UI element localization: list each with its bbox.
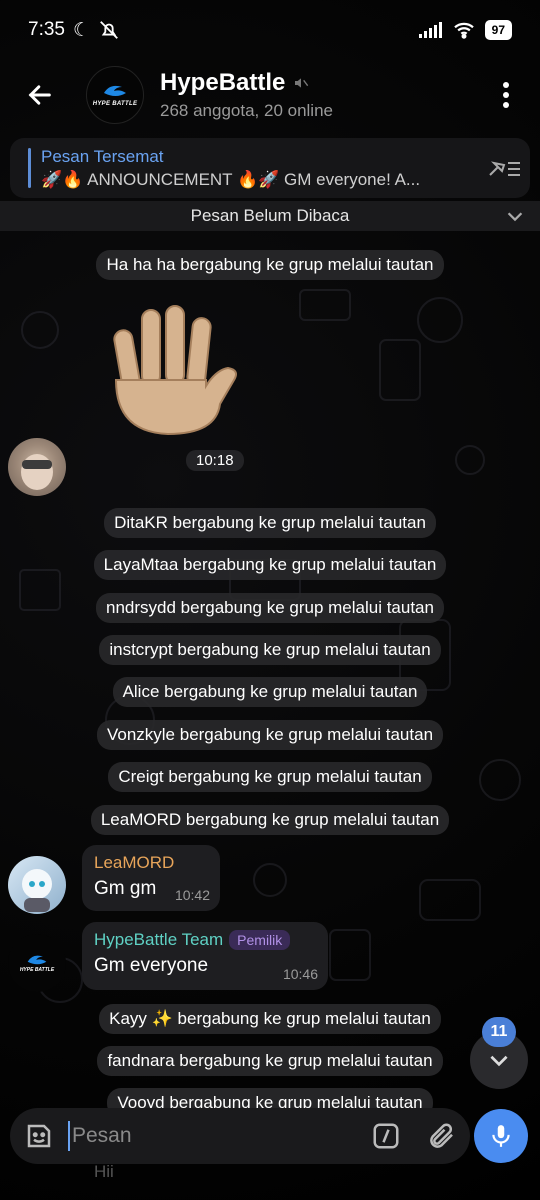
owner-badge: Pemilik — [229, 930, 291, 950]
bot-commands-button[interactable] — [358, 1121, 414, 1151]
chevron-down-icon[interactable] — [504, 205, 526, 227]
service-message: LeaMORD bergabung ke grup melalui tautan — [0, 805, 540, 835]
microphone-icon — [492, 1125, 510, 1147]
pinned-list-button[interactable] — [480, 157, 530, 179]
text-caret — [68, 1121, 70, 1151]
unread-divider: Pesan Belum Dibaca — [0, 201, 540, 231]
avatar-text: HYPE BATTLE — [19, 967, 55, 973]
paperclip-icon — [430, 1123, 453, 1148]
service-message: DitaKR bergabung ke grup melalui tautan — [0, 508, 540, 538]
message-sender: HypeBattle Team — [94, 930, 224, 949]
service-message: fandnara bergabung ke grup melalui tauta… — [0, 1046, 540, 1076]
message-bubble[interactable]: LeaMORD Gm gm 10:42 — [82, 845, 220, 911]
service-message: instcrypt bergabung ke grup melalui taut… — [0, 635, 540, 665]
status-bar: 7:35 ☾ 97 — [0, 0, 540, 60]
unread-label: Pesan Belum Dibaca — [190, 206, 350, 225]
hypebattle-logo-icon — [104, 85, 126, 96]
hypebattle-logo-icon — [27, 955, 47, 965]
message-time: 10:46 — [282, 966, 318, 982]
avatar-character-icon — [22, 869, 52, 912]
header-info[interactable]: HypeBattle 268 anggota, 20 online — [160, 69, 486, 121]
chevron-down-icon — [490, 1055, 508, 1067]
service-message: LayaMtaa bergabung ke grup melalui tauta… — [0, 550, 540, 580]
service-message: Creigt bergabung ke grup melalui tautan — [0, 762, 540, 792]
pinned-text: 🚀🔥 ANNOUNCEMENT 🔥🚀 GM everyone! A... — [41, 169, 421, 189]
voice-record-button[interactable] — [474, 1109, 528, 1163]
waving-hand-sticker[interactable] — [98, 300, 248, 440]
service-message: Ha ha ha bergabung ke grup melalui tauta… — [0, 250, 540, 280]
message-composer — [10, 1108, 470, 1164]
group-avatar-text: HYPE BATTLE — [92, 101, 138, 107]
pinned-title: Pesan Tersemat — [41, 146, 164, 166]
chat-header: HYPE BATTLE HypeBattle 268 anggota, 20 o… — [0, 60, 540, 130]
muted-icon — [295, 78, 309, 88]
arrow-left-icon — [28, 85, 51, 105]
member-count: 268 anggota, 20 online — [160, 101, 333, 120]
message-input-wrapper — [68, 1108, 358, 1164]
unread-count-badge: 11 — [482, 1017, 516, 1047]
pinned-indicator — [28, 148, 31, 188]
user-avatar[interactable] — [8, 856, 66, 914]
partial-message-preview: Hii — [94, 1162, 114, 1181]
pin-list-icon — [489, 161, 520, 176]
emoji-button[interactable] — [10, 1121, 68, 1151]
pinned-message-bar[interactable]: Pesan Tersemat 🚀🔥 ANNOUNCEMENT 🔥🚀 GM eve… — [10, 138, 530, 198]
more-menu-button[interactable] — [486, 65, 526, 125]
sticker-smile-icon — [27, 1124, 51, 1148]
service-message: Alice bergabung ke grup melalui tautan — [0, 677, 540, 707]
service-message: Vonzkyle bergabung ke grup melalui tauta… — [0, 720, 540, 750]
more-vertical-icon — [503, 82, 509, 108]
service-message: Kayy ✨ bergabung ke grup melalui tautan — [0, 1004, 540, 1034]
battery-indicator: 97 — [484, 20, 512, 40]
message-input[interactable] — [72, 1124, 332, 1148]
signal-icon — [418, 22, 442, 38]
status-time: 7:35 — [28, 19, 65, 40]
message-sender: LeaMORD — [94, 853, 175, 872]
back-button[interactable] — [10, 65, 70, 125]
user-avatar[interactable] — [8, 438, 66, 496]
wifi-icon — [453, 22, 474, 39]
sticker-timestamp: 10:18 — [186, 450, 244, 471]
moon-icon: ☾ — [72, 19, 91, 41]
message-time: 10:42 — [174, 887, 210, 903]
attach-button[interactable] — [414, 1121, 470, 1151]
avatar-face-icon — [21, 454, 53, 490]
message-bubble[interactable]: HypeBattle Team Pemilik Gm everyone 10:4… — [82, 922, 328, 990]
user-avatar[interactable]: HYPE BATTLE — [8, 934, 66, 992]
slash-command-icon — [373, 1123, 399, 1149]
notifications-off-icon — [100, 21, 118, 39]
group-avatar[interactable]: HYPE BATTLE — [86, 66, 144, 124]
chat-title: HypeBattle — [160, 69, 286, 96]
service-message: nndrsydd bergabung ke grup melalui tauta… — [0, 593, 540, 623]
